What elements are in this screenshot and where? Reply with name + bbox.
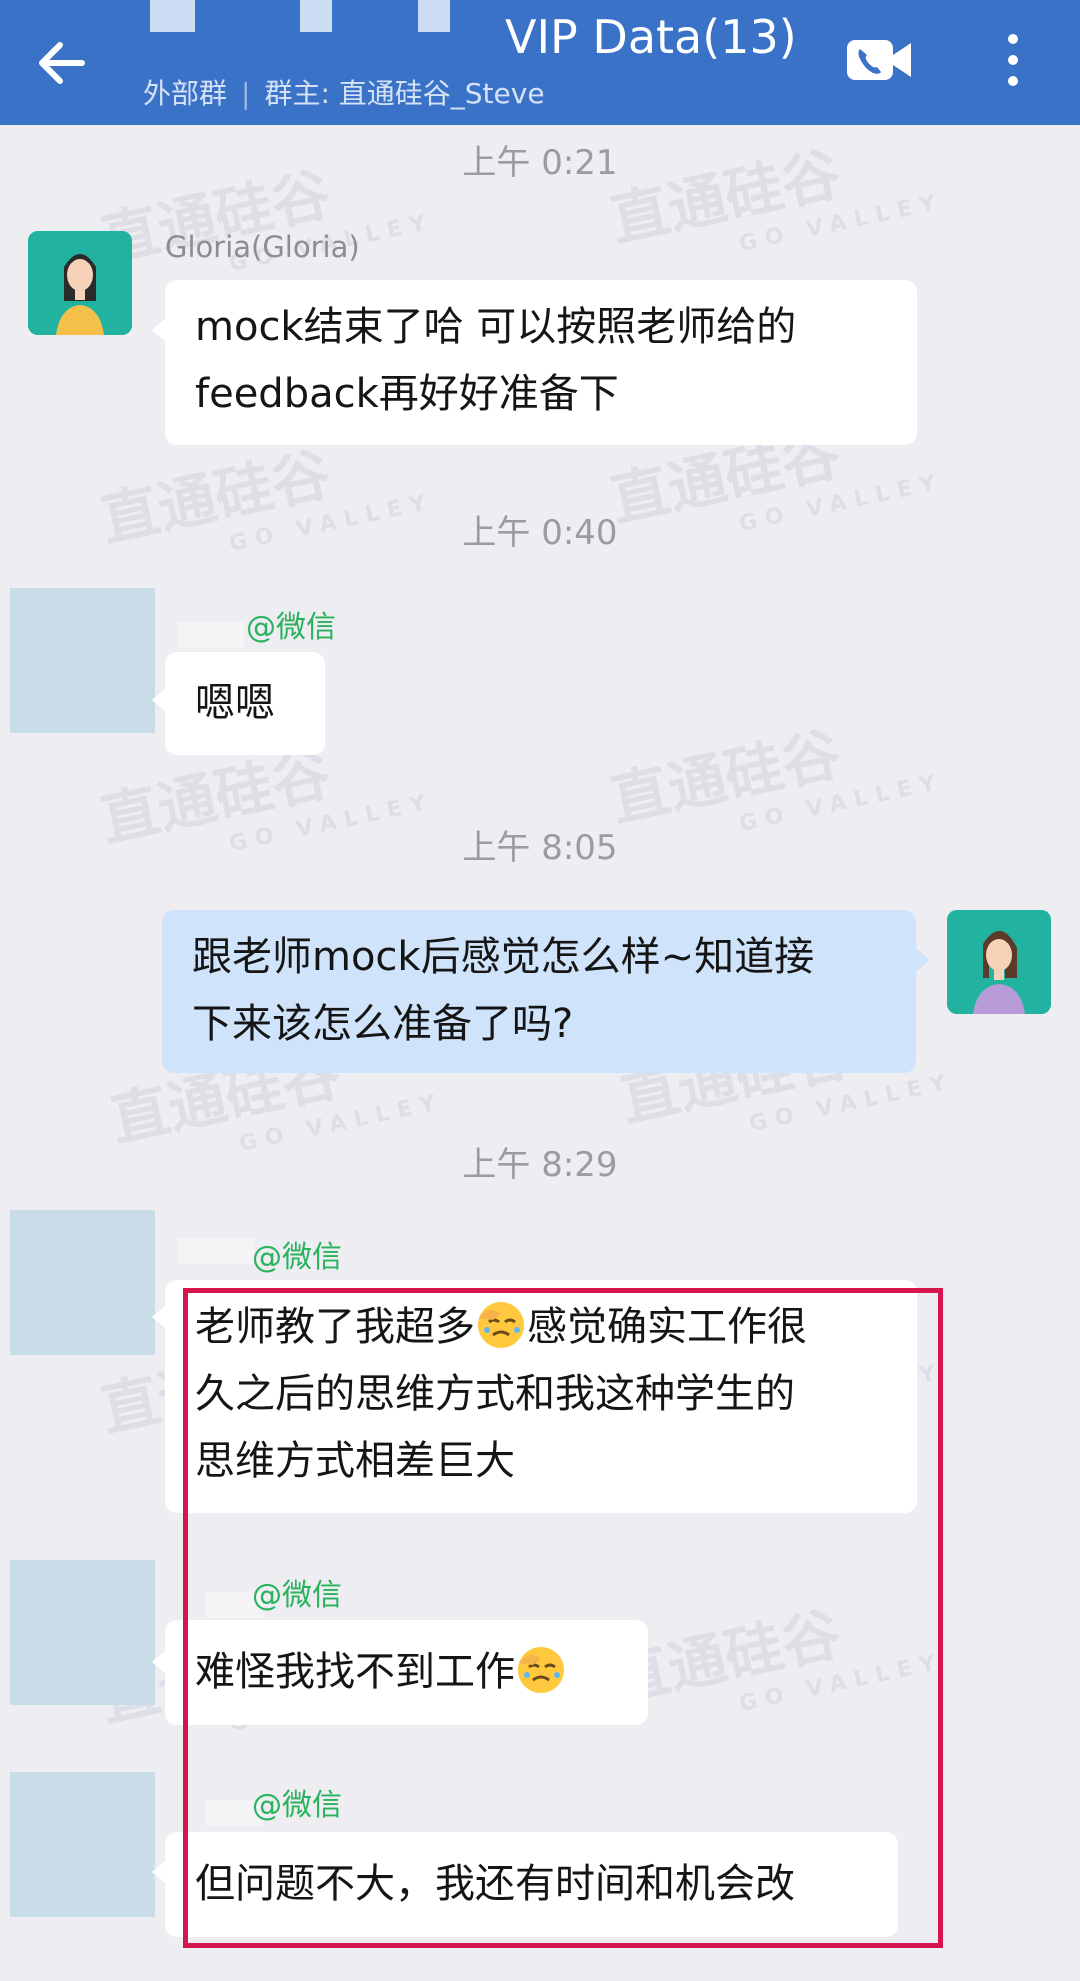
- back-arrow-icon: [39, 42, 85, 84]
- sender-name: Gloria(Gloria): [165, 230, 360, 264]
- chat-header: VIP Data(13) 外部群 | 群主: 直通硅谷_Steve: [0, 0, 1080, 125]
- timestamp: 上午 0:40: [462, 513, 618, 553]
- chat-title: VIP Data(13): [505, 10, 797, 64]
- bubble-tail: [916, 948, 930, 972]
- self-avatar[interactable]: [947, 910, 1051, 1014]
- avatar[interactable]: [10, 1560, 155, 1705]
- divider: |: [241, 77, 251, 110]
- sender-tag: @微信: [252, 1578, 342, 1613]
- more-vertical-icon: [1008, 34, 1018, 86]
- bubble-tail: [152, 1650, 166, 1674]
- chat-subtitle: 外部群 | 群主: 直通硅谷_Steve: [143, 72, 545, 112]
- message-line: 久之后的思维方式和我这种学生的: [195, 1371, 795, 1417]
- watermark: 直通硅谷GO VALLEY: [604, 1599, 946, 1717]
- sender-tag: @微信: [252, 1240, 342, 1275]
- message-line: mock结束了哈 可以按照老师给的: [195, 304, 797, 350]
- message-bubble[interactable]: 老师教了我超多 感觉确实工作很 久之后的思维方式和我这种学生的 思维方式相差巨大: [165, 1280, 917, 1513]
- bubble-tail: [152, 1860, 166, 1884]
- redacted-name: [418, 0, 450, 32]
- message-line: 思维方式相差巨大: [195, 1438, 515, 1484]
- bubble-tail: [152, 318, 166, 342]
- group-owner: 群主: 直通硅谷_Steve: [264, 77, 545, 110]
- sender-tag: @微信: [246, 610, 336, 645]
- redacted-name: [178, 622, 244, 648]
- avatar[interactable]: [10, 588, 155, 733]
- redacted-name: [150, 0, 195, 32]
- timestamp: 上午 8:05: [462, 828, 618, 868]
- back-button[interactable]: [30, 28, 100, 98]
- message-line: 感觉确实工作很: [527, 1304, 807, 1350]
- message-line: 但问题不大，我还有时间和机会改: [195, 1861, 795, 1907]
- bubble-tail: [152, 1305, 166, 1329]
- avatar[interactable]: [10, 1772, 155, 1917]
- message-line: 嗯嗯: [195, 680, 275, 726]
- facepalm-emoji-icon: [478, 1302, 524, 1348]
- female-avatar-icon: [28, 231, 132, 335]
- bubble-tail: [152, 688, 166, 712]
- more-options-button[interactable]: [996, 30, 1030, 90]
- redacted-name: [178, 1238, 254, 1264]
- message-bubble[interactable]: 嗯嗯: [165, 652, 325, 755]
- avatar[interactable]: [28, 231, 132, 335]
- message-line: 难怪我找不到工作: [195, 1649, 515, 1695]
- redacted-name: [300, 0, 332, 32]
- message-line: 跟老师mock后感觉怎么样~知道接: [192, 934, 815, 980]
- timestamp: 上午 0:21: [462, 143, 618, 183]
- group-type: 外部群: [143, 77, 228, 110]
- message-bubble[interactable]: 跟老师mock后感觉怎么样~知道接 下来该怎么准备了吗?: [162, 910, 916, 1073]
- sender-tag: @微信: [252, 1788, 342, 1823]
- message-line: 下来该怎么准备了吗?: [192, 1001, 574, 1047]
- female-avatar-icon: [947, 910, 1051, 1014]
- message-line: 老师教了我超多: [195, 1304, 475, 1350]
- facepalm-emoji-icon: [518, 1647, 564, 1693]
- video-call-icon: [847, 40, 911, 80]
- watermark: 直通硅谷GO VALLEY: [604, 139, 946, 257]
- message-bubble[interactable]: 难怪我找不到工作: [165, 1620, 648, 1725]
- message-line: feedback再好好准备下: [195, 371, 619, 417]
- message-bubble[interactable]: 但问题不大，我还有时间和机会改: [165, 1832, 898, 1937]
- message-bubble[interactable]: mock结束了哈 可以按照老师给的 feedback再好好准备下: [165, 280, 917, 445]
- timestamp: 上午 8:29: [462, 1145, 618, 1185]
- avatar[interactable]: [10, 1210, 155, 1355]
- video-call-button[interactable]: [845, 35, 915, 85]
